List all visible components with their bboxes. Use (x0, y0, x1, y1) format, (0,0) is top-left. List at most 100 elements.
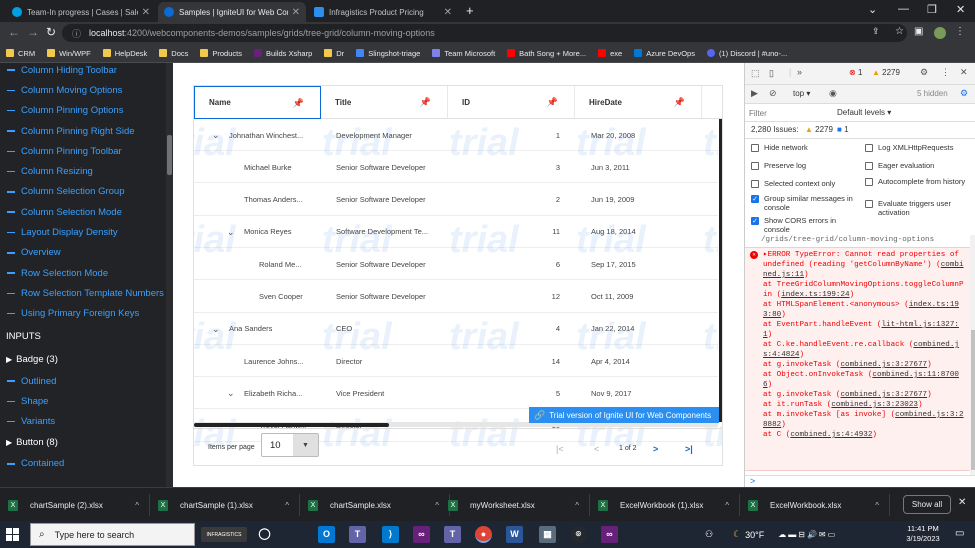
cell-id[interactable]: 6 (452, 248, 560, 280)
live-expression-eye-icon[interactable]: ◉ (829, 88, 837, 99)
clock[interactable]: 11:41 PM 3/19/2023 (903, 524, 943, 544)
cell-id[interactable]: 11 (452, 216, 560, 248)
back-icon[interactable]: ← (8, 25, 20, 39)
checkbox-icon[interactable] (751, 144, 759, 152)
cell-hire[interactable]: Mar 20, 2008 (591, 119, 701, 151)
cell-id[interactable]: 3 (452, 151, 560, 183)
download-item[interactable]: XchartSample.xlsx ^ (308, 494, 450, 516)
cell-title[interactable]: Senior Software Developer (336, 248, 451, 280)
setting-checkbox[interactable]: Log XMLHttpRequests (865, 143, 975, 152)
first-page-button[interactable]: |< (556, 444, 564, 454)
nav-item[interactable]: Shape (0, 391, 166, 411)
chevron-up-icon[interactable]: ^ (135, 501, 139, 510)
visual-studio-icon[interactable]: ∞ (601, 526, 618, 543)
cell-name[interactable]: Sven Cooper (259, 281, 319, 313)
visual-studio-icon[interactable]: ∞ (413, 526, 430, 543)
cell-hire[interactable]: Aug 18, 2014 (591, 216, 701, 248)
cell-hire[interactable]: Jun 3, 2011 (591, 151, 701, 183)
nav-item[interactable]: Column Moving Options (0, 80, 166, 100)
weather-icon[interactable]: ☾ (733, 529, 741, 540)
cell-hire[interactable]: Apr 4, 2014 (591, 345, 701, 377)
column-header-id[interactable]: ID 📌 (448, 86, 575, 119)
more-options-icon[interactable]: ⋮ (941, 67, 950, 78)
avatar[interactable] (934, 27, 946, 39)
checkbox-icon[interactable] (751, 162, 759, 170)
sidepanel-icon[interactable]: ▣ (914, 26, 923, 37)
context-select[interactable]: top ▾ (793, 89, 810, 98)
source-link[interactable]: combined.js:4:4932 (790, 431, 872, 439)
cell-title[interactable]: Senior Software Developer (336, 184, 451, 216)
sidebar-toggle-icon[interactable]: ▶ (751, 88, 758, 99)
scrollbar-thumb[interactable] (971, 330, 975, 470)
scrollbar-thumb[interactable] (719, 119, 722, 422)
nav-item[interactable]: Contained (0, 454, 166, 474)
chevron-up-icon[interactable]: ^ (725, 501, 729, 510)
nav-item[interactable]: Column Hiding Toolbar (0, 63, 166, 80)
prev-page-button[interactable]: < (594, 444, 599, 454)
bookmark-helpdesk[interactable]: HelpDesk (102, 49, 147, 58)
taskbar-search[interactable]: ⌕ Type here to search (30, 523, 195, 546)
bookmark-slingshot[interactable]: Slingshot-triage (356, 49, 420, 58)
device-toolbar-icon[interactable]: ▯ (769, 68, 774, 79)
infragistics-app[interactable]: INFRAGISTICS (201, 527, 247, 542)
nav-item[interactable]: Column Pinning Toolbar (0, 141, 166, 161)
cell-id[interactable]: 14 (452, 345, 560, 377)
cell-id[interactable]: 1 (452, 119, 560, 151)
nav-item[interactable]: Row Selection Mode (0, 263, 166, 283)
cell-title[interactable]: Vice President (336, 377, 451, 409)
setting-checkbox[interactable]: Selected context only (751, 179, 861, 188)
tray-icons[interactable]: ☁▬⊟🔊✉▭ (778, 530, 837, 539)
nav-item[interactable]: Outlined (0, 371, 166, 391)
trial-banner[interactable]: 🔗 Trial version of Ignite UI for Web Comp… (529, 407, 719, 423)
window-close-icon[interactable]: ✕ (956, 3, 965, 16)
bookmark-docs[interactable]: Docs (159, 49, 188, 58)
console-scrollbar[interactable] (970, 235, 975, 475)
chevron-down-icon[interactable]: ⌄ (227, 388, 235, 399)
reload-icon[interactable]: ↻ (46, 25, 56, 39)
setting-checkbox[interactable]: Eager evaluation (865, 161, 975, 170)
nav-item[interactable]: Variants (0, 411, 166, 431)
column-header-title[interactable]: Title 📌 (321, 86, 448, 119)
minimize-icon[interactable]: — (898, 3, 909, 15)
setting-checkbox[interactable]: Evaluate triggers user activation (865, 199, 975, 217)
tab-salesforce[interactable]: Team-In progress | Cases | Salesf ✕ (6, 2, 156, 22)
column-header-hiredate[interactable]: HireDate 📌 (575, 86, 702, 119)
share-icon[interactable]: ⇪ (872, 26, 880, 37)
cell-id[interactable]: 2 (452, 184, 560, 216)
table-row[interactable]: Michael Burke Senior Software Developer 3 J… (194, 151, 718, 184)
tab-pricing[interactable]: Infragistics Product Pricing ✕ (308, 2, 458, 22)
vscode-icon[interactable]: ⟩ (382, 526, 399, 543)
cell-name[interactable]: Johnathan Winchest... (229, 119, 319, 151)
cell-name[interactable]: Monica Reyes (244, 216, 319, 248)
cell-title[interactable]: CEO (336, 313, 451, 345)
issues-warning-badge[interactable]: ▲ 2279 (805, 125, 833, 134)
next-page-button[interactable]: > (653, 444, 658, 454)
scrollbar-thumb[interactable] (194, 423, 389, 427)
cell-hire[interactable]: Jan 22, 2014 (591, 313, 701, 345)
clear-console-icon[interactable]: ⊘ (769, 88, 777, 99)
devtools-close-icon[interactable]: ✕ (960, 67, 968, 78)
inspect-icon[interactable]: ⬚ (751, 68, 760, 79)
bookmark-discord[interactable]: (1) Discord | #uno-... (706, 49, 787, 58)
more-tabs-icon[interactable]: » (797, 67, 802, 77)
nav-group-button[interactable]: ▶ Button (8) (0, 432, 166, 454)
pin-icon[interactable]: 📌 (547, 97, 558, 108)
setting-checkbox[interactable]: ✓ Show CORS errors in console (751, 216, 861, 234)
nav-item[interactable]: Column Pinning Right Side (0, 121, 166, 141)
setting-checkbox[interactable]: Autocomplete from history (865, 177, 975, 186)
nav-item[interactable]: Using Primary Foreign Keys (0, 304, 166, 324)
table-row[interactable]: ⌄ Ana Sanders CEO 4 Jan 22, 2014 (194, 313, 718, 345)
table-row[interactable]: Sven Cooper Senior Software Developer 12 Oc… (194, 281, 718, 313)
chevron-down-icon[interactable]: ⌄ (212, 130, 220, 141)
people-icon[interactable]: ⚇ (705, 529, 713, 540)
download-item[interactable]: XchartSample (1).xlsx ^ (158, 494, 300, 516)
table-row[interactable]: ⌄ Elizabeth Richa... Vice President 5 Nov 9,… (194, 377, 718, 410)
source-link[interactable]: index.ts:199:24 (781, 291, 849, 299)
checkbox-icon[interactable] (865, 200, 873, 208)
cell-id[interactable]: 12 (452, 281, 560, 313)
bookmark-builds[interactable]: Builds Xsharp (253, 49, 312, 58)
source-link[interactable]: combined.js:3:27677 (840, 361, 927, 369)
table-row[interactable]: ⌄ Monica Reyes Software Development Te... 1… (194, 216, 718, 248)
bookmark-winwpf[interactable]: Win/WPF (47, 49, 91, 58)
close-icon[interactable]: ✕ (958, 497, 966, 508)
